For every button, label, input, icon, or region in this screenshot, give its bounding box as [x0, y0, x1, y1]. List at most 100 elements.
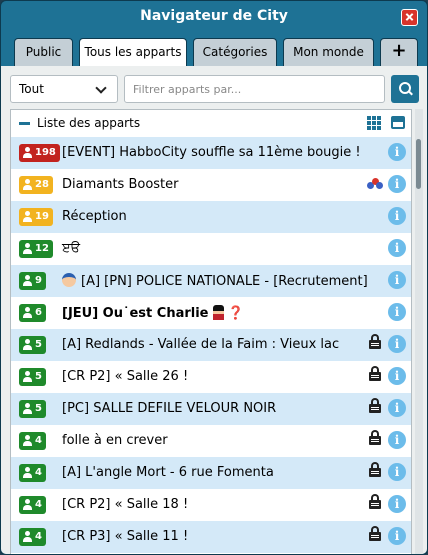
room-row[interactable]: 4 [A] L'angle Mort - 6 rue Fomenta i: [11, 457, 411, 489]
room-name: [CR P3] « Salle 11 !: [62, 529, 188, 544]
room-name-text: ੲੳ: [62, 241, 81, 256]
info-icon[interactable]: i: [388, 527, 406, 545]
close-button[interactable]: [401, 9, 418, 26]
search-button[interactable]: [391, 75, 419, 103]
lock-icon: [369, 366, 381, 381]
info-icon[interactable]: i: [388, 143, 406, 161]
room-row[interactable]: 28 Diamants Booster i: [11, 169, 411, 201]
user-icon: [23, 179, 33, 191]
group-icon: [367, 178, 383, 192]
user-icon: [23, 499, 33, 511]
room-row[interactable]: 12 ੲੳ i: [11, 233, 411, 265]
room-name-text: folle à en crever: [62, 433, 168, 448]
info-icon[interactable]: i: [388, 367, 406, 385]
user-icon: [23, 211, 33, 223]
scrollbar-thumb[interactable]: [416, 139, 421, 189]
user-count-badge: 12: [19, 240, 53, 258]
room-name: [JEU] Ou˙est Charlie ❓: [62, 305, 244, 321]
info-icon[interactable]: i: [388, 239, 406, 257]
info-icon[interactable]: i: [388, 207, 406, 225]
user-count-badge: 198: [19, 144, 60, 162]
grid-view-icon[interactable]: [367, 116, 382, 130]
room-list-title: Liste des apparts: [37, 116, 141, 130]
room-name: Diamants Booster: [62, 177, 179, 192]
lock-icon: [369, 398, 381, 413]
room-row[interactable]: 4 [CR P2] « Salle 18 ! i: [11, 489, 411, 521]
room-name-text: [PC] SALLE DEFILE VELOUR NOIR: [62, 401, 277, 416]
user-icon: [23, 307, 33, 319]
room-row[interactable]: 5 [PC] SALLE DEFILE VELOUR NOIR i: [11, 393, 411, 425]
room-name: Réception: [62, 209, 127, 224]
user-count-badge: 5: [19, 336, 46, 354]
room-name-text: [CR P3] « Salle 11 !: [62, 529, 189, 544]
user-count-badge: 5: [19, 400, 46, 418]
room-name-text: [JEU] Ou˙est Charlie: [62, 306, 209, 321]
info-icon[interactable]: i: [388, 303, 406, 321]
user-icon: [23, 275, 33, 287]
tab-all-rooms[interactable]: Tous les apparts: [79, 38, 187, 67]
room-name-text: [A] Redlands - Vallée de la Faim : Vieux…: [62, 337, 340, 352]
user-count: 5: [35, 403, 42, 414]
room-name: [A] L'angle Mort - 6 rue Fomenta: [62, 465, 274, 480]
user-count-badge: 6: [19, 304, 46, 322]
user-count: 4: [35, 499, 42, 510]
room-row[interactable]: 4 [CR P3] « Salle 11 ! i: [11, 521, 411, 553]
user-count: 5: [35, 371, 42, 382]
info-icon[interactable]: i: [388, 335, 406, 353]
collapse-icon[interactable]: [19, 122, 30, 125]
room-row[interactable]: 19 Réception i: [11, 201, 411, 233]
room-row[interactable]: 6 [JEU] Ou˙est Charlie ❓ i: [11, 297, 411, 329]
room-name: [PC] SALLE DEFILE VELOUR NOIR: [62, 401, 276, 416]
chevron-down-icon: [95, 82, 107, 94]
room-list-header: Liste des apparts: [11, 110, 411, 137]
room-filter-input[interactable]: [124, 75, 385, 103]
room-name-text: Réception: [62, 209, 127, 224]
user-count-badge: 9: [19, 272, 46, 290]
info-icon[interactable]: i: [388, 271, 406, 289]
info-icon[interactable]: i: [388, 463, 406, 481]
user-icon: [23, 403, 33, 415]
room-row[interactable]: 5 [A] Redlands - Vallée de la Faim : Vieu…: [11, 329, 411, 361]
room-name: [CR P2] « Salle 26 !: [62, 369, 188, 384]
add-tab-button[interactable]: +: [380, 38, 418, 66]
user-count: 5: [35, 339, 42, 350]
tab-my-world[interactable]: Mon monde: [283, 38, 374, 66]
room-name: [EVENT] HabboCity souffle sa 11ème bougi…: [62, 145, 361, 160]
titlebar[interactable]: Navigateur de City: [1, 1, 427, 35]
scrollbar[interactable]: [415, 109, 423, 554]
user-count: 28: [35, 179, 49, 190]
room-name-text: [A] [PN] POLICE NATIONALE - [Recrutement…: [81, 274, 368, 289]
info-icon[interactable]: i: [388, 431, 406, 449]
user-count-badge: 4: [19, 528, 46, 546]
room-name-text: [CR P2] « Salle 18 !: [62, 497, 189, 512]
user-count: 4: [35, 531, 42, 542]
room-name-text: Diamants Booster: [62, 177, 179, 192]
room-name: folle à en crever: [62, 433, 168, 448]
room-rows: 198 [EVENT] HabboCity souffle sa 11ème bo…: [11, 137, 411, 553]
room-type-select[interactable]: Tout: [10, 75, 118, 103]
room-list: Liste des apparts 198 [EVENT] HabboCity s…: [10, 109, 412, 554]
user-count: 19: [35, 211, 49, 222]
list-view-icon[interactable]: [391, 116, 405, 129]
tab-public[interactable]: Public: [14, 38, 73, 66]
user-count-badge: 4: [19, 496, 46, 514]
navigator-window: Navigateur de City Public Tous les appar…: [0, 0, 428, 555]
user-count: 4: [35, 467, 42, 478]
room-row[interactable]: 9 [A] [PN] POLICE NATIONALE - [Recrutemen…: [11, 265, 411, 297]
room-row[interactable]: 5 [CR P2] « Salle 26 ! i: [11, 361, 411, 393]
user-icon: [23, 531, 33, 543]
room-row[interactable]: 198 [EVENT] HabboCity souffle sa 11ème bo…: [11, 137, 411, 169]
user-icon: [23, 371, 33, 383]
info-icon[interactable]: i: [388, 399, 406, 417]
info-icon[interactable]: i: [388, 175, 406, 193]
user-count: 198: [35, 147, 56, 158]
room-name: [A] Redlands - Vallée de la Faim : Vieux…: [62, 337, 339, 352]
user-count-badge: 5: [19, 368, 46, 386]
user-icon: [23, 339, 33, 351]
user-count: 4: [35, 435, 42, 446]
info-icon[interactable]: i: [388, 495, 406, 513]
user-icon: [23, 467, 33, 479]
tab-categories[interactable]: Catégories: [193, 38, 277, 66]
room-name-text: [CR P2] « Salle 26 !: [62, 369, 189, 384]
room-row[interactable]: 4 folle à en crever i: [11, 425, 411, 457]
